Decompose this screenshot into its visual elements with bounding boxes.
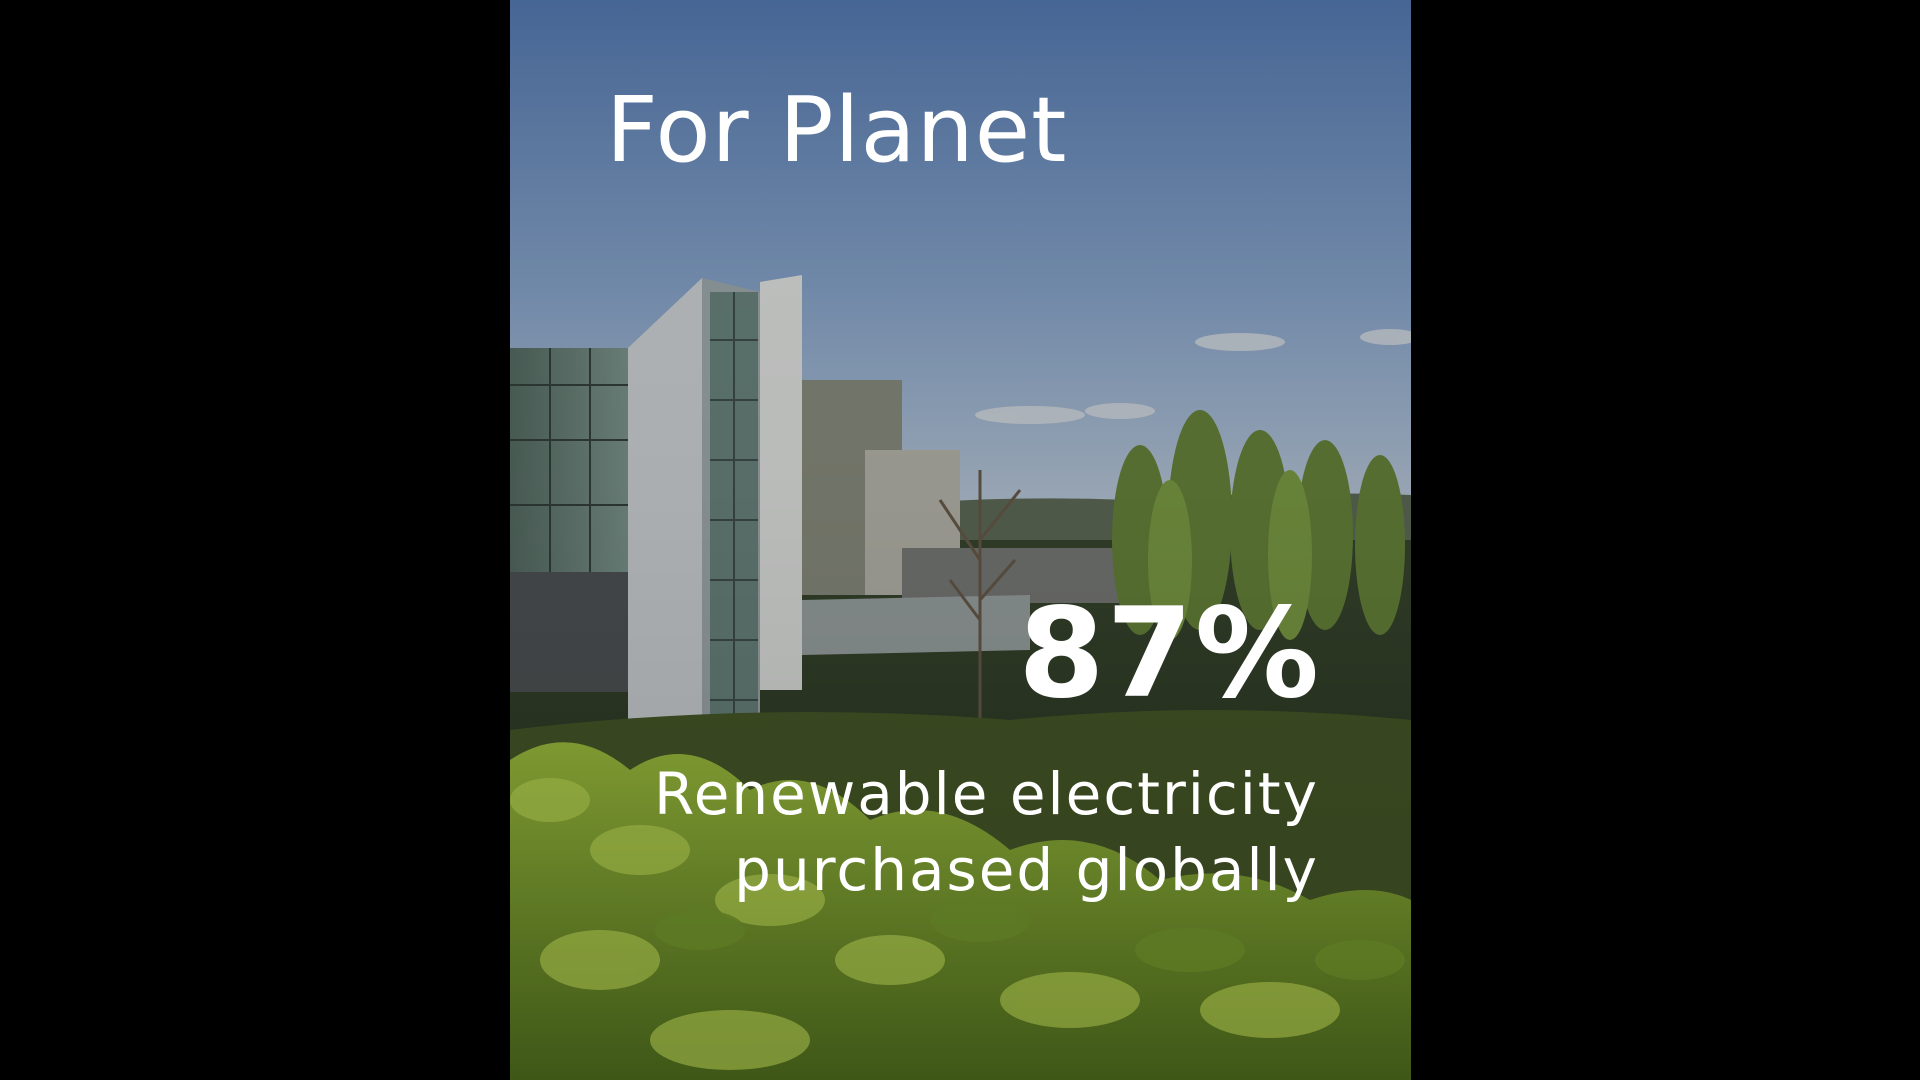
slide-title: For Planet: [606, 78, 1068, 183]
stat-value: 87%: [1018, 582, 1321, 726]
video-frame: For Planet 87% Renewable electricity pur…: [0, 0, 1920, 1080]
stat-caption-line-2: purchased globally: [734, 836, 1319, 904]
stat-caption: Renewable electricity purchased globally: [619, 756, 1319, 908]
stat-caption-line-1: Renewable electricity: [654, 760, 1319, 828]
slide-card: For Planet 87% Renewable electricity pur…: [510, 0, 1411, 1080]
